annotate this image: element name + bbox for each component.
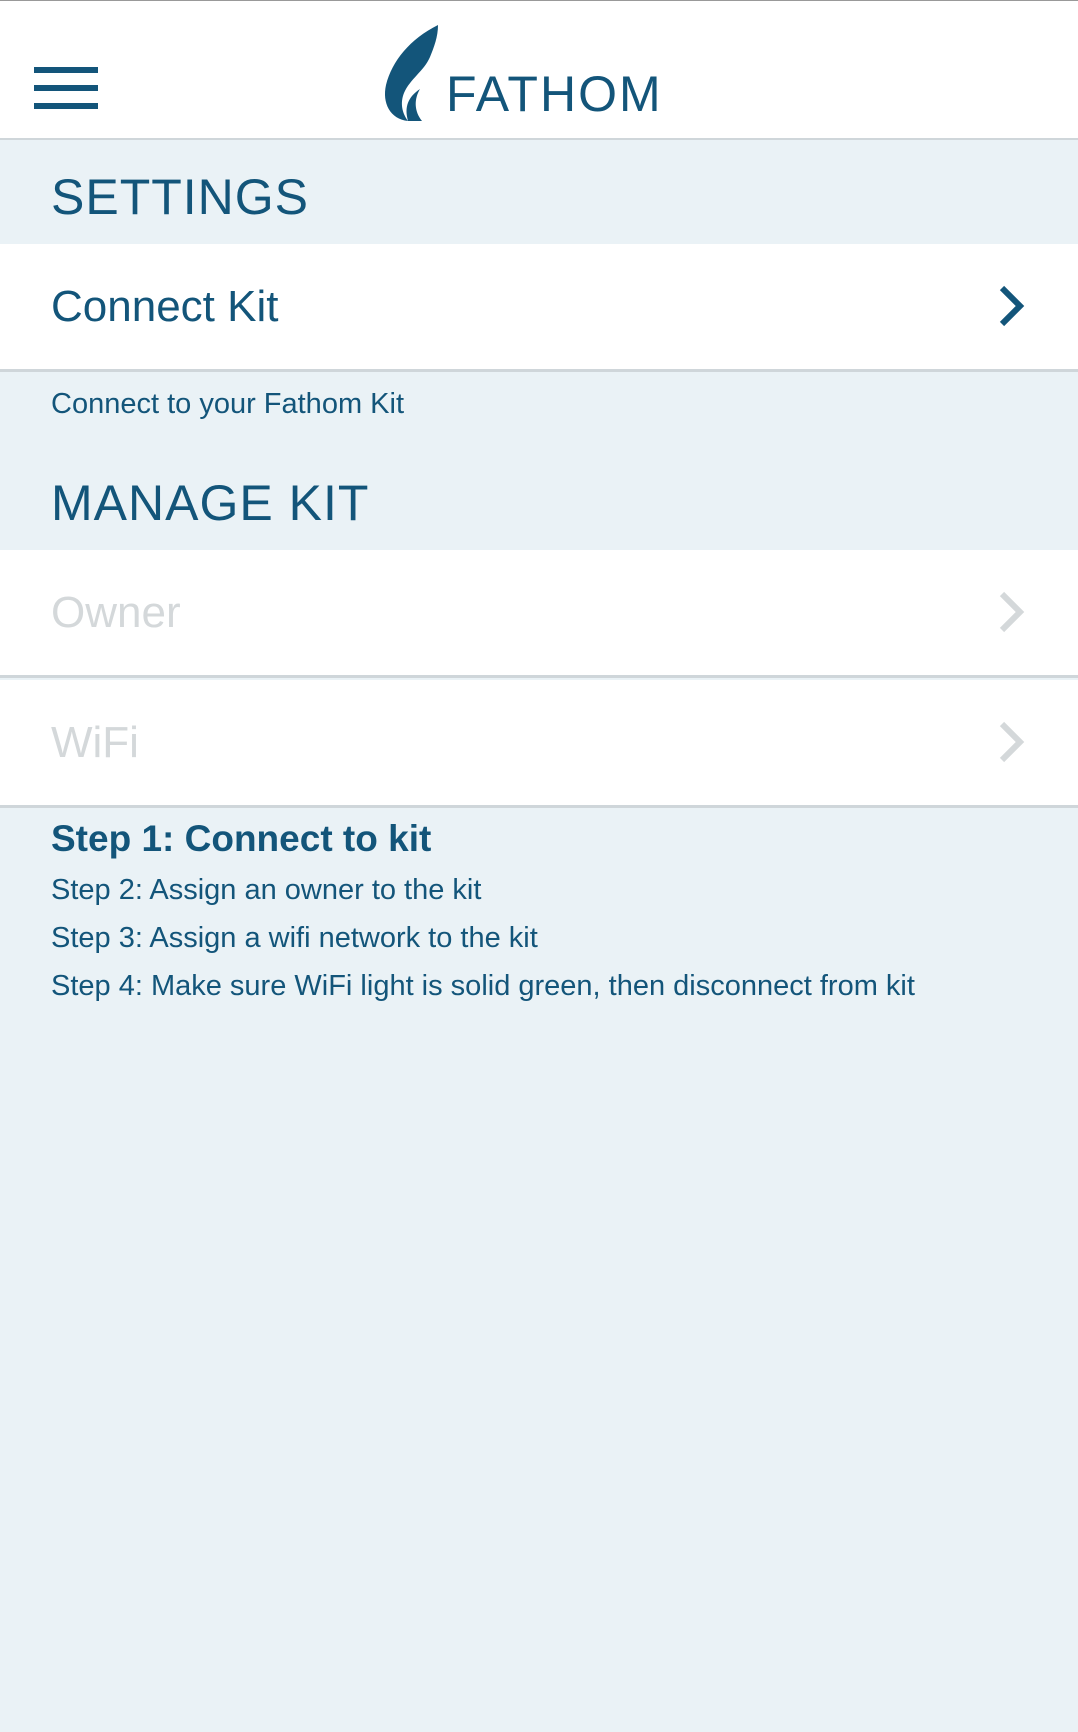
- fathom-leaf-logo-icon: [384, 25, 438, 121]
- settings-section-title: SETTINGS: [51, 169, 310, 225]
- connect-kit-row[interactable]: Connect Kit: [0, 244, 1078, 372]
- connect-kit-hint: Connect to your Fathom Kit: [51, 388, 404, 420]
- hamburger-menu-icon[interactable]: [34, 67, 98, 113]
- manage-kit-section-title: MANAGE KIT: [51, 475, 370, 531]
- brand-name: FATHOM: [446, 66, 663, 122]
- wifi-row[interactable]: WiFi: [0, 680, 1078, 808]
- fathom-logo: FATHOM: [380, 23, 700, 123]
- connect-kit-label: Connect Kit: [51, 282, 279, 331]
- step-1-current: Step 1: Connect to kit: [51, 818, 432, 859]
- chevron-right-icon: [999, 591, 1025, 633]
- chevron-right-icon: [999, 285, 1025, 327]
- owner-row[interactable]: Owner: [0, 550, 1078, 678]
- owner-label: Owner: [51, 588, 181, 637]
- chevron-right-icon: [999, 721, 1025, 763]
- step-3: Step 3: Assign a wifi network to the kit: [51, 922, 538, 954]
- step-2: Step 2: Assign an owner to the kit: [51, 874, 482, 906]
- wifi-label: WiFi: [51, 718, 139, 767]
- app-header: FATHOM: [0, 0, 1078, 140]
- step-4: Step 4: Make sure WiFi light is solid gr…: [51, 970, 915, 1002]
- setup-steps-list: Step 1: Connect to kit Step 2: Assign an…: [51, 812, 915, 1010]
